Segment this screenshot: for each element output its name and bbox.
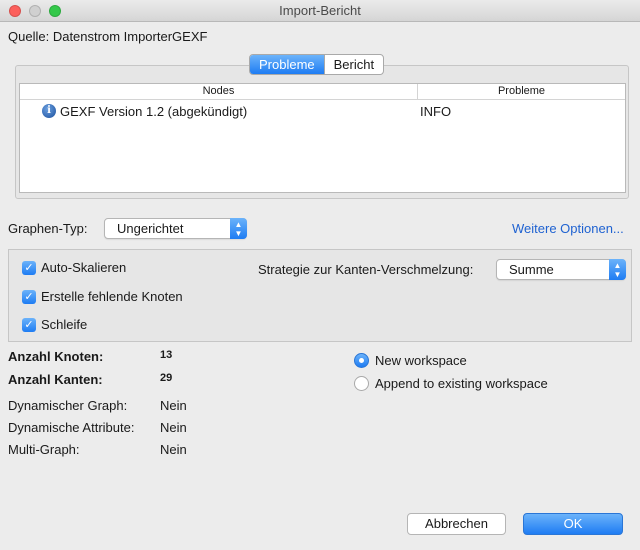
- radio-new-workspace[interactable]: New workspace: [354, 353, 467, 368]
- checkbox-auto-scale[interactable]: ✓ Auto-Skalieren: [22, 260, 126, 275]
- multi-graph-value: Nein: [160, 442, 187, 457]
- tab-bericht[interactable]: Bericht: [323, 55, 383, 74]
- minimize-window-button[interactable]: [29, 5, 41, 17]
- more-options-link[interactable]: Weitere Optionen...: [512, 221, 624, 236]
- info-icon: i: [42, 104, 56, 118]
- node-count-label: Anzahl Knoten:: [8, 349, 104, 364]
- column-header-probleme[interactable]: Probleme: [418, 84, 625, 99]
- checkmark-icon: ✓: [22, 289, 36, 304]
- row-node-text: GEXF Version 1.2 (abgekündigt): [60, 103, 248, 119]
- checkbox-label: Erstelle fehlende Knoten: [41, 289, 183, 304]
- report-tabs: Probleme Bericht: [249, 54, 385, 75]
- radio-append-workspace[interactable]: Append to existing workspace: [354, 376, 548, 391]
- checkmark-icon: ✓: [22, 260, 36, 275]
- checkbox-label: Auto-Skalieren: [41, 260, 127, 275]
- multi-graph-label: Multi-Graph:: [8, 442, 80, 457]
- radio-label: New workspace: [375, 353, 467, 368]
- graph-type-label: Graphen-Typ:: [8, 221, 88, 236]
- chevron-updown-icon: ▲ ▼: [609, 259, 626, 280]
- checkbox-self-loop[interactable]: ✓ Schleife: [22, 317, 87, 332]
- source-label: Quelle:: [8, 29, 50, 44]
- dynamic-attributes-label: Dynamische Attribute:: [8, 420, 135, 435]
- radio-unselected-icon: [354, 376, 369, 391]
- checkmark-icon: ✓: [22, 317, 36, 332]
- dynamic-attributes-value: Nein: [160, 420, 187, 435]
- edge-count-label: Anzahl Kanten:: [8, 372, 103, 387]
- merge-strategy-select[interactable]: Summe ▲ ▼: [496, 259, 626, 280]
- tab-probleme[interactable]: Probleme: [250, 55, 324, 74]
- cancel-button[interactable]: Abbrechen: [407, 513, 506, 535]
- radio-selected-icon: [354, 353, 369, 368]
- maximize-window-button[interactable]: [49, 5, 61, 17]
- row-problem-cell: INFO: [420, 103, 452, 119]
- merge-strategy-label: Strategie zur Kanten-Verschmelzung:: [258, 262, 474, 277]
- title-bar: Import-Bericht: [0, 0, 640, 22]
- table-header: Nodes Probleme: [20, 84, 625, 100]
- edge-count-value: 29: [160, 372, 173, 384]
- checkbox-create-missing-nodes[interactable]: ✓ Erstelle fehlende Knoten: [22, 289, 183, 304]
- dynamic-graph-value: Nein: [160, 398, 187, 413]
- issues-table: Nodes Probleme i GEXF Version 1.2 (abgek…: [19, 83, 626, 193]
- graph-type-value: Ungerichtet: [117, 221, 184, 236]
- close-window-button[interactable]: [9, 5, 21, 17]
- row-node-cell: i GEXF Version 1.2 (abgekündigt): [20, 104, 418, 119]
- source-line: Quelle: Datenstrom ImporterGEXF: [8, 29, 207, 44]
- window-title: Import-Bericht: [279, 3, 361, 18]
- node-count-value: 13: [160, 349, 173, 361]
- merge-strategy-value: Summe: [509, 262, 554, 277]
- graph-type-select[interactable]: Ungerichtet ▲ ▼: [104, 218, 247, 239]
- dynamic-graph-label: Dynamischer Graph:: [8, 398, 128, 413]
- column-header-nodes[interactable]: Nodes: [20, 84, 418, 99]
- checkbox-label: Schleife: [41, 317, 88, 332]
- table-row[interactable]: i GEXF Version 1.2 (abgekündigt) INFO: [20, 100, 625, 122]
- chevron-updown-icon: ▲ ▼: [230, 218, 247, 239]
- radio-label: Append to existing workspace: [375, 376, 548, 391]
- ok-button[interactable]: OK: [523, 513, 623, 535]
- source-value: Datenstrom ImporterGEXF: [52, 29, 208, 44]
